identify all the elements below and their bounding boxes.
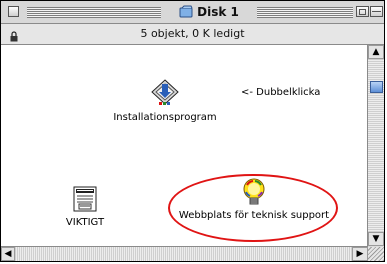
title-stripes-left (27, 7, 161, 18)
vertical-scrollbar[interactable]: ▲ ▼ (368, 45, 384, 246)
viktigt-label: VIKTIGT (65, 217, 105, 228)
window-title: Disk 1 (197, 5, 239, 19)
collapse-box[interactable] (370, 6, 383, 17)
zoom-box[interactable] (356, 6, 369, 17)
installer-item[interactable]: Installationsprogram (109, 78, 221, 123)
title-bar[interactable]: Disk 1 (1, 1, 384, 24)
installer-label: Installationsprogram (113, 112, 217, 123)
close-box[interactable] (8, 6, 19, 17)
scroll-up-arrow[interactable]: ▲ (368, 45, 384, 59)
finder-window: Disk 1 5 objekt, 0 K ledigt Installation… (0, 0, 385, 262)
window-title-group: Disk 1 (164, 3, 254, 21)
info-bar: 5 objekt, 0 K ledigt (1, 24, 384, 45)
vertical-scroll-thumb[interactable] (370, 81, 383, 93)
vertical-scroll-track[interactable] (368, 59, 384, 232)
scroll-left-arrow[interactable]: ◀ (1, 247, 15, 261)
resize-grip[interactable] (368, 247, 384, 261)
installer-icon[interactable] (109, 78, 221, 112)
status-text: 5 objekt, 0 K ledigt (140, 27, 245, 40)
highlight-ellipse (168, 174, 338, 242)
disk-icon (179, 3, 193, 22)
scroll-down-arrow[interactable]: ▼ (368, 232, 384, 246)
title-stripes-right (257, 7, 353, 18)
double-click-hint: <- Dubbelklicka (241, 87, 321, 98)
horizontal-scrollbar[interactable]: ◀ ▶ (1, 247, 368, 261)
window-content: Installationsprogram <- Dubbelklicka VIK… (1, 45, 368, 247)
horizontal-scroll-track[interactable] (15, 247, 352, 261)
document-icon[interactable] (59, 185, 111, 217)
viktigt-item[interactable]: VIKTIGT (59, 185, 111, 228)
scroll-right-arrow[interactable]: ▶ (352, 247, 368, 261)
